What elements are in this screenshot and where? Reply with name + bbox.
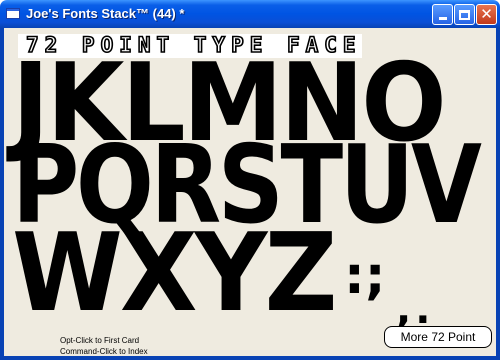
minimize-icon: [438, 17, 447, 20]
punctuation-colon-semicolon: :;: [344, 246, 386, 306]
more-72-point-button[interactable]: More 72 Point: [384, 326, 492, 348]
punctuation-comma-period: ,.: [396, 287, 435, 333]
maximize-button[interactable]: [454, 4, 475, 25]
window-frame-bottom: [0, 356, 500, 360]
title-bar[interactable]: Joe's Fonts Stack™ (44) * ✕: [0, 0, 500, 28]
font-sample-card: 72 POINT TYPE FACE JKLMNO PQRSTUV WXYZ :…: [4, 28, 496, 356]
maximize-icon: [459, 9, 470, 20]
hint-first-card: Opt-Click to First Card: [60, 336, 140, 345]
window-icon[interactable]: [6, 8, 20, 19]
glyph-row-3: WXYZ: [12, 211, 337, 336]
close-button[interactable]: ✕: [476, 4, 497, 25]
hint-index: Command-Click to Index: [60, 347, 148, 356]
window-frame-right: [496, 28, 500, 360]
close-icon: ✕: [480, 5, 493, 23]
window-title: Joe's Fonts Stack™ (44) *: [26, 6, 185, 21]
minimize-button[interactable]: [432, 4, 453, 25]
